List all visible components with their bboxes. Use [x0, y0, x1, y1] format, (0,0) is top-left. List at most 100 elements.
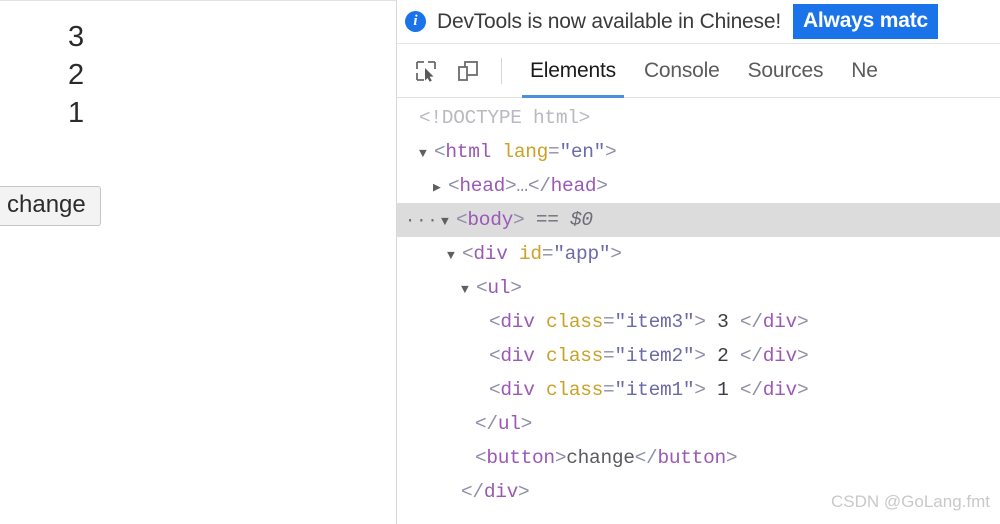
tag-name: ul — [487, 277, 511, 299]
list-item: 1 — [68, 97, 85, 129]
punctuation: < — [462, 243, 474, 265]
dom-tree-row[interactable]: ▶ <head>…</head> — [397, 169, 1000, 203]
expand-triangle-icon: ▶ — [433, 180, 441, 195]
attribute-value: "item3" — [614, 311, 695, 333]
punctuation: > — [510, 277, 522, 299]
devtools-toolbar: Elements Console Sources Ne — [397, 44, 1000, 98]
collapse-triangle-icon: ▼ — [447, 248, 455, 263]
dom-tree-row[interactable]: ▼ <ul> — [397, 271, 1000, 305]
tag-name: div — [483, 481, 519, 503]
punctuation: < — [448, 175, 460, 197]
punctuation: > — [694, 345, 718, 367]
punctuation: = — [541, 243, 554, 265]
punctuation: > — [520, 413, 533, 435]
punctuation: > — [518, 481, 530, 503]
list-item: 2 — [68, 59, 85, 91]
dom-tree-row[interactable]: </ul> — [397, 407, 1000, 441]
viewport-top-border — [0, 0, 396, 1]
page-viewport: 3 2 1 change — [0, 0, 396, 524]
row-overflow-dots: ··· — [405, 212, 439, 231]
punctuation: </ — [728, 345, 763, 367]
tag-name: div — [500, 311, 535, 333]
devtools-panel: i DevTools is now available in Chinese! … — [397, 0, 1000, 524]
notification-message: DevTools is now available in Chinese! — [437, 9, 781, 33]
punctuation: > — [605, 141, 617, 163]
tag-name: head — [550, 175, 597, 197]
attribute-name: class — [546, 311, 604, 333]
change-button-wrapper: change — [0, 186, 101, 226]
text-node: 2 — [717, 345, 729, 367]
punctuation: > — [694, 379, 718, 401]
punctuation: > — [596, 175, 608, 197]
dom-tree-row[interactable]: <!DOCTYPE html> — [397, 101, 1000, 135]
punctuation: = — [603, 311, 615, 333]
punctuation: > — [505, 175, 517, 197]
list-item: 3 — [68, 21, 85, 53]
punctuation: < — [475, 447, 487, 469]
tag-name: div — [500, 379, 535, 401]
punctuation: > — [796, 379, 809, 401]
punctuation: > — [796, 345, 809, 367]
attribute-name: id — [519, 243, 542, 265]
tab-network[interactable]: Ne — [837, 44, 891, 98]
punctuation: </ — [527, 175, 551, 197]
punctuation: </ — [634, 447, 658, 469]
punctuation: = — [603, 345, 615, 367]
punctuation: > — [610, 243, 622, 265]
tag-name: div — [473, 243, 508, 265]
text-node: 1 — [717, 379, 729, 401]
tag-name: div — [762, 379, 798, 401]
tag-name: head — [459, 175, 506, 197]
punctuation: < — [489, 311, 501, 333]
dom-tree-row[interactable]: ▼ <html lang="en"> — [397, 135, 1000, 169]
selected-node-marker: == $0 — [535, 209, 593, 231]
inspect-element-icon[interactable] — [411, 56, 441, 86]
punctuation: </ — [728, 311, 763, 333]
punctuation: < — [434, 141, 446, 163]
doctype-text: <!DOCTYPE html> — [419, 107, 591, 129]
toolbar-separator — [501, 57, 502, 84]
info-icon: i — [405, 11, 426, 32]
punctuation: </ — [461, 481, 484, 503]
tag-name: body — [467, 209, 514, 231]
dom-tree-row[interactable]: ··· ▼ <body> == $0 — [397, 203, 1000, 237]
tag-name: div — [762, 311, 798, 333]
attribute-value: "en" — [559, 141, 606, 163]
punctuation: < — [476, 277, 488, 299]
tab-elements[interactable]: Elements — [516, 44, 630, 98]
punctuation: = — [548, 141, 560, 163]
punctuation: > — [725, 447, 738, 469]
tab-console[interactable]: Console — [630, 44, 734, 98]
tag-name: button — [657, 447, 726, 469]
tab-sources[interactable]: Sources — [734, 44, 838, 98]
tag-name: div — [500, 345, 535, 367]
collapsed-ellipsis: … — [516, 175, 528, 197]
attribute-name: class — [546, 345, 604, 367]
punctuation: </ — [475, 413, 498, 435]
dom-tree-row[interactable]: <button>change</button> — [397, 441, 1000, 475]
attribute-value: "app" — [553, 243, 611, 265]
device-toolbar-icon[interactable] — [453, 56, 483, 86]
change-button[interactable]: change — [0, 186, 101, 226]
dom-tree-row[interactable]: <div class="item3"> 3 </div> — [397, 305, 1000, 339]
tag-name: ul — [497, 413, 521, 435]
tag-name: div — [762, 345, 798, 367]
dom-tree-row[interactable]: ▼ <div id="app"> — [397, 237, 1000, 271]
collapse-triangle-icon: ▼ — [441, 214, 449, 229]
attribute-value: "item1" — [614, 379, 695, 401]
punctuation: </ — [728, 379, 763, 401]
collapse-triangle-icon: ▼ — [419, 146, 427, 161]
dom-tree-row[interactable]: <div class="item2"> 2 </div> — [397, 339, 1000, 373]
watermark: CSDN @GoLang.fmt — [831, 492, 990, 511]
text-node: 3 — [717, 311, 729, 333]
punctuation: > — [554, 447, 567, 469]
attribute-name: class — [546, 379, 604, 401]
dom-tree-row[interactable]: <div class="item1"> 1 </div> — [397, 373, 1000, 407]
always-match-button[interactable]: Always matc — [792, 4, 938, 39]
dom-tree: <!DOCTYPE html> ▼ <html lang="en"> ▶ <head>…… — [397, 98, 1000, 509]
